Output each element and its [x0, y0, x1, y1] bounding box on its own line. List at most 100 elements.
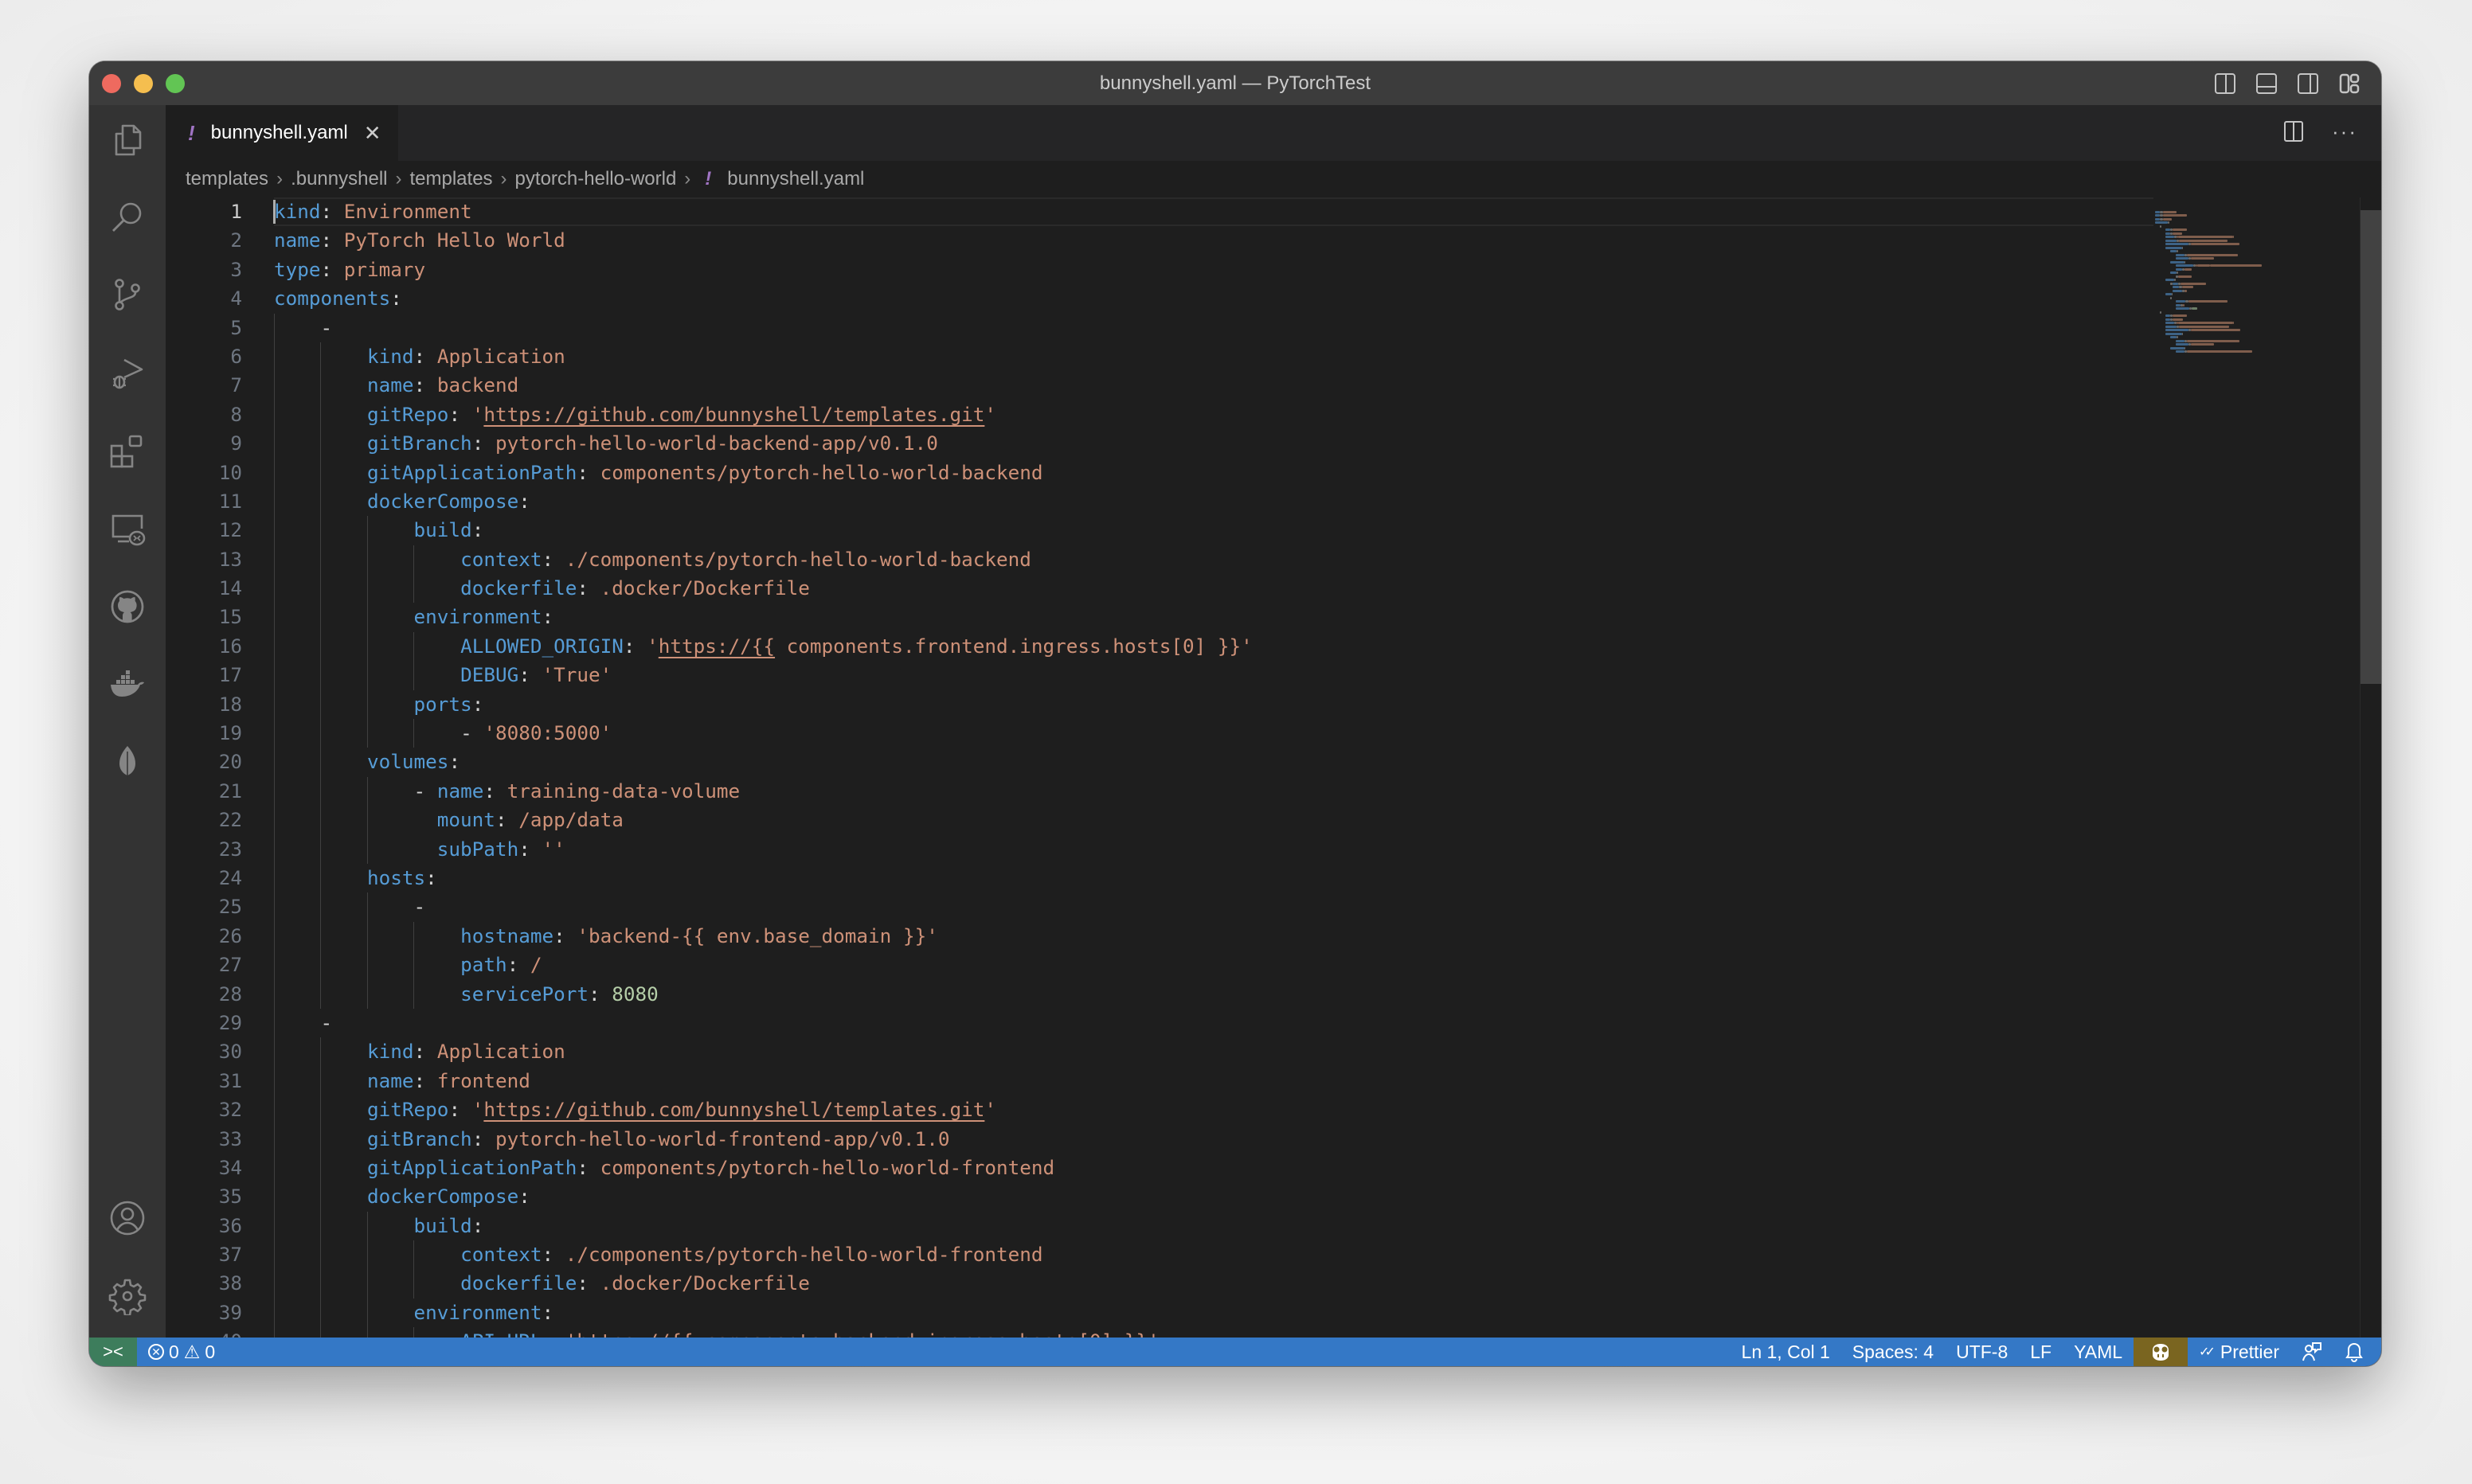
more-actions-icon[interactable]: ···: [2332, 121, 2357, 142]
mongodb-leaf-icon[interactable]: [108, 744, 147, 782]
code-line[interactable]: 11 dockerCompose:: [166, 486, 2153, 517]
search-icon[interactable]: [108, 199, 147, 237]
code-line[interactable]: 34 gitApplicationPath: components/pytorc…: [166, 1153, 2153, 1183]
gear-icon[interactable]: [108, 1277, 147, 1317]
code-line[interactable]: 13 context: ./components/pytorch-hello-w…: [166, 545, 2153, 575]
code-line[interactable]: 19 - '8080:5000': [166, 719, 2153, 748]
remote-explorer-icon[interactable]: [108, 510, 147, 548]
code-line[interactable]: 39 environment:: [166, 1298, 2153, 1328]
code-line[interactable]: 7 name: backend: [166, 371, 2153, 400]
code-line[interactable]: 30 kind: Application: [166, 1037, 2153, 1067]
toggle-primary-sidebar-icon[interactable]: [2214, 72, 2236, 95]
code-line[interactable]: 22 mount: /app/data: [166, 806, 2153, 835]
code-text: API_URL: 'https://{{ components.backend.…: [274, 1327, 1160, 1338]
yaml-key: dockerCompose: [367, 1185, 519, 1209]
line-number: 33: [218, 1127, 242, 1150]
yaml-value: ': [984, 1098, 996, 1122]
code-line[interactable]: 25 -: [166, 892, 2153, 922]
status-bar: >< ✕ 0 ⚠ 0 Ln 1, Col 1 Spaces: 4 UTF-8 L…: [89, 1338, 2381, 1366]
split-editor-icon[interactable]: [2284, 121, 2304, 142]
minimap-line: [2155, 350, 2354, 354]
code-line[interactable]: 35 dockerCompose:: [166, 1182, 2153, 1212]
close-icon[interactable]: ✕: [364, 121, 381, 146]
vertical-scrollbar-thumb[interactable]: [2361, 210, 2381, 684]
code-area[interactable]: 1 kind: Environment 2 name: PyTorch Hello W…: [166, 197, 2153, 1338]
code-line[interactable]: 28 servicePort: 8080: [166, 979, 2153, 1009]
code-text: dockerfile: .docker/Dockerfile: [274, 574, 810, 603]
code-line[interactable]: 15 environment:: [166, 603, 2153, 632]
code-line[interactable]: 36 build:: [166, 1211, 2153, 1241]
indentation-setting[interactable]: Spaces: 4: [1841, 1338, 1945, 1366]
code-line[interactable]: 24 hosts:: [166, 863, 2153, 893]
toggle-panel-icon[interactable]: [2255, 72, 2278, 95]
tab-bunnyshell-yaml[interactable]: ! bunnyshell.yaml ✕: [166, 105, 398, 161]
punctuation: :: [471, 432, 495, 455]
yaml-value: /app/data: [518, 808, 624, 832]
code-text: -: [274, 314, 333, 342]
prettier-button[interactable]: ✓✓ Prettier: [2188, 1338, 2290, 1366]
code-line[interactable]: 37 context: ./components/pytorch-hello-w…: [166, 1240, 2153, 1270]
yaml-key: build: [413, 518, 472, 542]
breadcrumb-item[interactable]: bunnyshell.yaml: [727, 168, 864, 190]
code-line[interactable]: 16 ALLOWED_ORIGIN: 'https://{{ component…: [166, 631, 2153, 662]
breadcrumb-item[interactable]: templates: [186, 168, 268, 190]
code-line[interactable]: 32 gitRepo: 'https://github.com/bunnyshe…: [166, 1095, 2153, 1125]
code-line[interactable]: 14 dockerfile: .docker/Dockerfile: [166, 574, 2153, 603]
code-line[interactable]: 9 gitBranch: pytorch-hello-world-backend…: [166, 429, 2153, 459]
code-line[interactable]: 23 subPath: '': [166, 834, 2153, 864]
code-line[interactable]: 27 path: /: [166, 951, 2153, 980]
problems-button[interactable]: ✕ 0 ⚠ 0: [137, 1338, 226, 1366]
code-line[interactable]: 8 gitRepo: 'https://github.com/bunnyshel…: [166, 400, 2153, 430]
language-mode[interactable]: YAML: [2063, 1338, 2134, 1366]
code-line[interactable]: 29 -: [166, 1008, 2153, 1038]
punctuation: :: [471, 1213, 484, 1237]
remote-indicator-button[interactable]: ><: [89, 1338, 137, 1366]
source-control-icon[interactable]: [108, 275, 147, 314]
yaml-key: ALLOWED_ORIGIN: [460, 634, 624, 658]
code-line[interactable]: 38 dockerfile: .docker/Dockerfile: [166, 1269, 2153, 1298]
code-line[interactable]: 4 components:: [166, 284, 2153, 313]
code-line[interactable]: 21 - name: training-data-volume: [166, 776, 2153, 806]
docker-icon[interactable]: [108, 666, 147, 704]
cursor-position[interactable]: Ln 1, Col 1: [1731, 1338, 1841, 1366]
code-line[interactable]: 31 name: frontend: [166, 1066, 2153, 1096]
github-icon[interactable]: [108, 588, 147, 626]
copilot-status-button[interactable]: [2134, 1338, 2188, 1366]
code-line[interactable]: 18 ports:: [166, 689, 2153, 720]
files-icon[interactable]: [108, 121, 147, 159]
punctuation: :: [448, 1098, 472, 1122]
link-text[interactable]: https://{{: [659, 635, 775, 658]
code-line[interactable]: 40 API_URL: 'https://{{ components.backe…: [166, 1327, 2153, 1338]
code-line[interactable]: 33 gitBranch: pytorch-hello-world-fronte…: [166, 1124, 2153, 1154]
code-line[interactable]: 6 kind: Application: [166, 342, 2153, 372]
minimap[interactable]: [2155, 197, 2354, 1338]
yaml-key: gitApplicationPath: [367, 460, 577, 484]
extensions-icon[interactable]: [108, 432, 147, 470]
run-debug-icon[interactable]: [108, 353, 147, 392]
code-line[interactable]: 12 build:: [166, 516, 2153, 545]
code-line[interactable]: 26 hostname: 'backend-{{ env.base_domain…: [166, 921, 2153, 951]
feedback-button[interactable]: [2290, 1338, 2333, 1366]
code-line[interactable]: 2 name: PyTorch Hello World: [166, 226, 2153, 255]
encoding-setting[interactable]: UTF-8: [1945, 1338, 2019, 1366]
code-line[interactable]: 5 -: [166, 313, 2153, 342]
yaml-value: Environment: [343, 200, 472, 223]
yaml-key: environment: [413, 605, 542, 629]
breadcrumb-item[interactable]: .bunnyshell: [291, 168, 387, 190]
breadcrumb-item[interactable]: pytorch-hello-world: [515, 168, 677, 190]
code-line[interactable]: 3 type: primary: [166, 256, 2153, 284]
toggle-secondary-sidebar-icon[interactable]: [2297, 72, 2319, 95]
code-line[interactable]: 1 kind: Environment: [166, 197, 2153, 227]
link-text[interactable]: https://github.com/bunnyshell/templates.…: [483, 403, 984, 426]
account-icon[interactable]: [108, 1199, 147, 1237]
link-text[interactable]: https://github.com/bunnyshell/templates.…: [483, 1098, 984, 1121]
code-line[interactable]: 20 volumes:: [166, 748, 2153, 777]
customize-layout-icon[interactable]: [2338, 72, 2361, 95]
code-line[interactable]: 10 gitApplicationPath: components/pytorc…: [166, 458, 2153, 487]
breadcrumb-item[interactable]: templates: [409, 168, 492, 190]
eol-setting[interactable]: LF: [2019, 1338, 2063, 1366]
notifications-button[interactable]: [2333, 1338, 2381, 1366]
code-editor[interactable]: 1 kind: Environment 2 name: PyTorch Hello W…: [166, 197, 2381, 1338]
code-line[interactable]: 17 DEBUG: 'True': [166, 661, 2153, 690]
vertical-scrollbar-track[interactable]: [2360, 197, 2381, 1338]
